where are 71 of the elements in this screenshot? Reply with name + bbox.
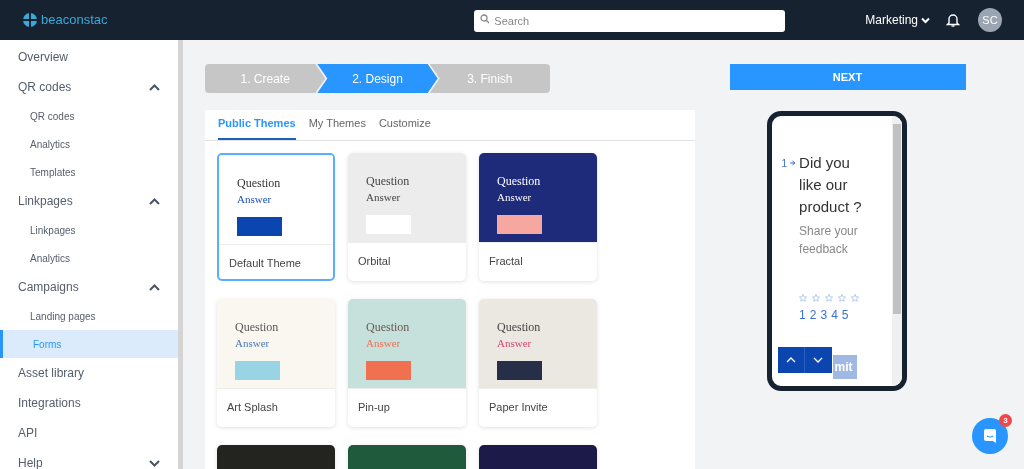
preview-button [366, 361, 411, 380]
preview-question: Question [235, 319, 280, 335]
theme-name: Art Splash [226, 400, 279, 415]
preview-answer: Answer [237, 192, 273, 207]
theme-card[interactable]: Question Answer Default Theme [217, 153, 335, 281]
preview-question: Question [237, 175, 282, 191]
notification-badge: 3 [999, 414, 1012, 427]
theme-card[interactable]: Question Answer Pin-up [348, 299, 466, 427]
sidebar-item[interactable]: Campaigns [0, 272, 178, 302]
star-outline-icon[interactable] [838, 294, 847, 302]
star-outline-icon[interactable] [812, 294, 821, 302]
sidebar-item[interactable]: API [0, 418, 178, 448]
preview-button [497, 215, 542, 234]
star-outline-icon[interactable] [825, 294, 834, 302]
theme-name: Fractal [488, 254, 524, 269]
preview-question: Question [366, 173, 411, 189]
previous-button[interactable] [777, 347, 805, 373]
preview-question: Question [497, 173, 542, 189]
sidebar-item[interactable]: Integrations [0, 388, 178, 418]
theme-name: Pin-up [357, 400, 391, 415]
theme-card[interactable]: Question Answer Fractal [479, 153, 597, 281]
theme-tab[interactable]: Customize [378, 114, 431, 140]
theme-card[interactable]: Question Answer Paper Invite [479, 299, 597, 427]
sidebar-subitem[interactable]: Templates [0, 158, 178, 186]
sidebar-item[interactable]: Linkpages [0, 186, 178, 216]
sidebar-subitem[interactable]: Linkpages [0, 216, 178, 244]
logo-icon [22, 12, 38, 28]
theme-tab[interactable]: My Themes [308, 114, 366, 140]
theme-name: Orbital [357, 254, 392, 269]
theme-name: Default Theme [228, 256, 302, 271]
chevron-up-icon [785, 357, 796, 363]
search-icon [480, 14, 491, 24]
rating-number[interactable]: 3 [820, 306, 828, 324]
star-outline-icon[interactable] [799, 294, 808, 302]
sidebar-item[interactable]: Asset library [0, 358, 178, 388]
preview-question: Question [366, 319, 411, 335]
chevron-down-icon [921, 16, 930, 24]
rating-number[interactable]: 4 [831, 306, 838, 324]
notification-bell-icon[interactable] [946, 12, 960, 28]
logo-text: beaconstac [41, 11, 108, 30]
sidebar-subitem[interactable]: QR codes [0, 102, 178, 130]
question-text: Did you like our product ? [799, 153, 863, 217]
sidebar-subitem[interactable]: Analytics [0, 244, 178, 272]
workspace-dropdown[interactable]: Marketing [865, 11, 930, 29]
preview-question: Question [497, 319, 542, 335]
rating-number[interactable]: 2 [809, 306, 817, 324]
preview-answer: Answer [497, 190, 533, 205]
theme-name: Paper Invite [488, 400, 549, 415]
preview-button [237, 217, 282, 236]
sidebar-item[interactable]: Help [0, 448, 178, 469]
theme-card[interactable]: Question Answer Art Splash [217, 299, 335, 427]
rating-number[interactable]: 5 [841, 306, 849, 324]
preview-button [497, 361, 542, 380]
preview-answer: Answer [366, 190, 402, 205]
theme-card[interactable]: Question Answer Orbital [348, 153, 466, 281]
chevron-down-icon [813, 357, 823, 363]
preview-button [235, 361, 280, 380]
sidebar-subitem[interactable]: Landing pages [0, 302, 178, 330]
question-number: 1 [781, 157, 788, 168]
preview-answer: Answer [497, 336, 533, 351]
star-outline-icon[interactable] [851, 294, 860, 302]
arrow-right-icon [790, 160, 797, 166]
preview-answer: Answer [366, 336, 402, 351]
sidebar-item[interactable]: Overview [0, 42, 178, 72]
search-field[interactable]: Search [474, 10, 786, 32]
preview-answer: Answer [235, 336, 271, 351]
rating-number[interactable]: 1 [799, 306, 806, 324]
chat-icon [982, 428, 998, 444]
sidebar-subitem[interactable]: Analytics [0, 130, 178, 158]
question-description: Share your feedback [799, 223, 859, 258]
sidebar-item[interactable]: QR codes [0, 72, 178, 102]
